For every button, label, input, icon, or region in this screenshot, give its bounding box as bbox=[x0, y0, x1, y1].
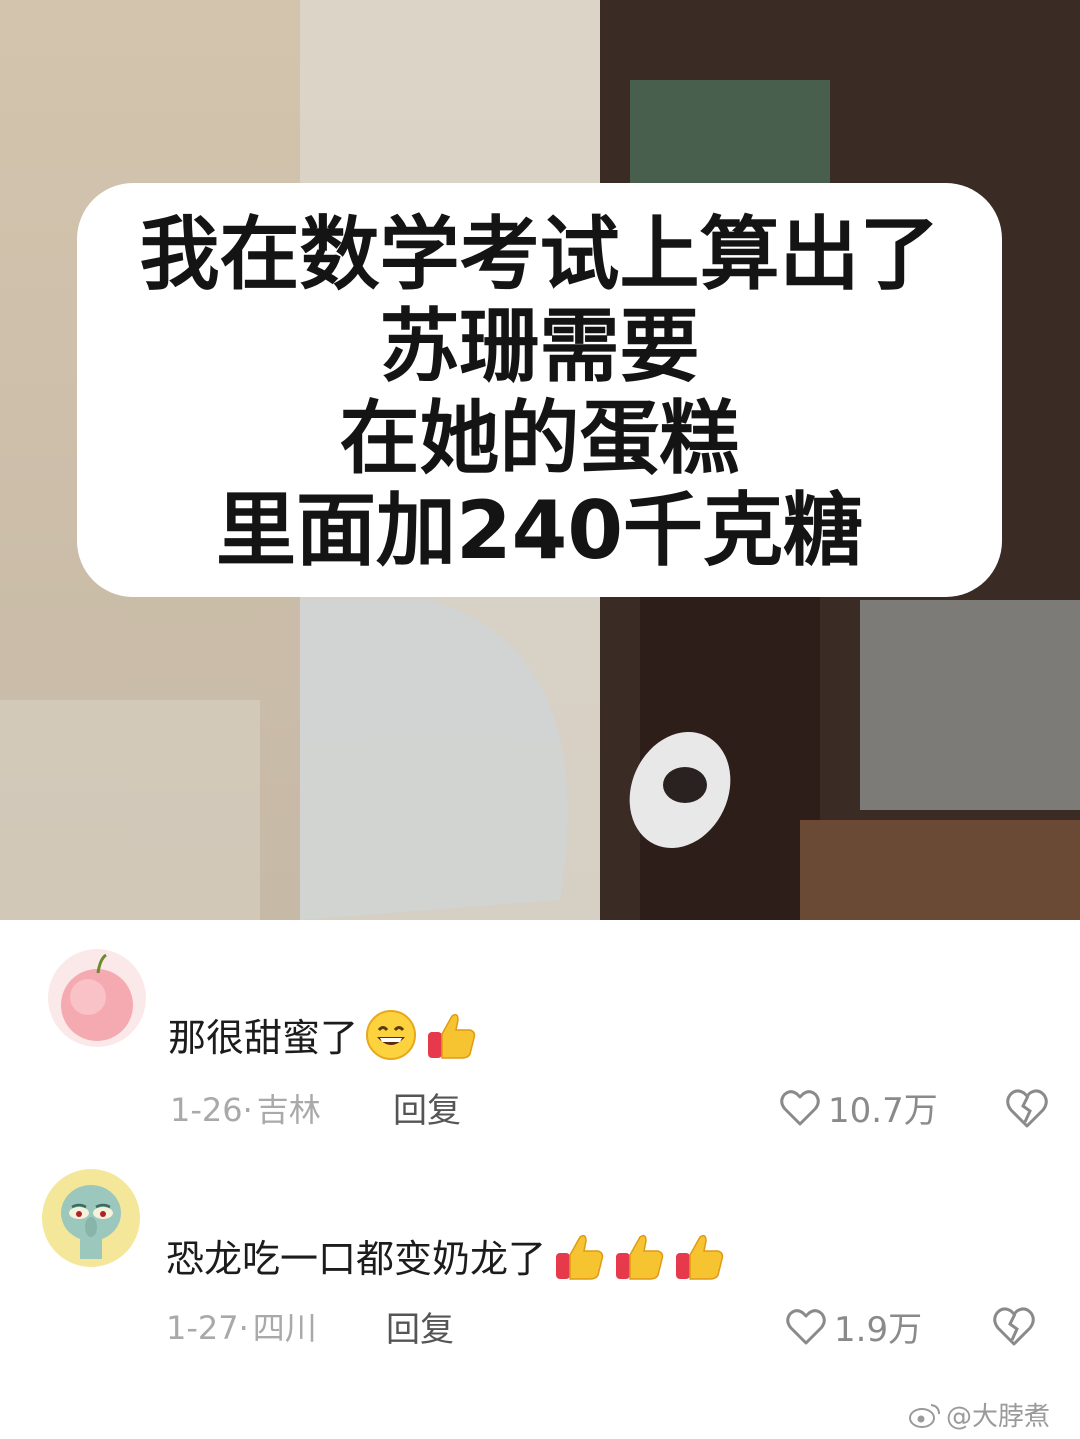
apple-avatar[interactable] bbox=[48, 949, 146, 1047]
like-count: 1.9万 bbox=[834, 1310, 923, 1350]
comment-meta: 1-27· 四川 bbox=[166, 1303, 317, 1349]
comment-body: 那很甜蜜了 bbox=[168, 1016, 359, 1060]
heart-icon bbox=[780, 1089, 820, 1125]
comment-date: 1-26 bbox=[170, 1091, 243, 1129]
caption-line-1: 我在数学考试上算出了 bbox=[139, 208, 940, 301]
thumbs-up-emoji bbox=[552, 1229, 606, 1283]
like-button[interactable]: 10.7万 bbox=[778, 1083, 938, 1132]
comment-location: 吉林 bbox=[256, 1091, 321, 1129]
thumbs-up-emoji bbox=[672, 1229, 726, 1283]
comment-meta: 1-26· 吉林 bbox=[170, 1085, 321, 1131]
weibo-icon bbox=[909, 1403, 940, 1428]
grinning-face-emoji bbox=[364, 1008, 418, 1062]
video-frame[interactable]: 我在数学考试上算出了 苏珊需要 在她的蛋糕 里面加240千克糖 bbox=[0, 0, 1080, 920]
like-count: 10.7万 bbox=[828, 1091, 938, 1131]
watermark-text: @大脖煮 bbox=[946, 1402, 1051, 1432]
caption-line-3: 在她的蛋糕 bbox=[339, 392, 740, 485]
like-button[interactable]: 1.9万 bbox=[784, 1302, 922, 1351]
comment-text: 恐龙吃一口都变奶龙了 bbox=[166, 1228, 726, 1283]
comment-text: 那很甜蜜了 bbox=[168, 1007, 478, 1062]
comment-item: 那很甜蜜了 1-26· 吉林 回复 10.7万 bbox=[0, 925, 1080, 1155]
caption-line-2: 苏珊需要 bbox=[379, 300, 700, 393]
meta-separator: · bbox=[238, 1309, 249, 1347]
caption-line-4: 里面加240千克糖 bbox=[216, 484, 863, 577]
broken-heart-icon[interactable] bbox=[1003, 1084, 1051, 1132]
heart-icon bbox=[786, 1308, 826, 1344]
squidward-avatar[interactable] bbox=[42, 1169, 140, 1267]
reply-button[interactable]: 回复 bbox=[393, 1083, 461, 1132]
meta-separator: · bbox=[242, 1091, 253, 1129]
comment-item: 恐龙吃一口都变奶龙了 1-27· 四川 回复 1.9万 bbox=[0, 1145, 1080, 1375]
broken-heart-icon[interactable] bbox=[990, 1302, 1038, 1350]
caption-box: 我在数学考试上算出了 苏珊需要 在她的蛋糕 里面加240千克糖 bbox=[77, 183, 1002, 597]
comment-date: 1-27 bbox=[166, 1309, 239, 1347]
reply-button[interactable]: 回复 bbox=[386, 1302, 454, 1351]
comment-body: 恐龙吃一口都变奶龙了 bbox=[166, 1237, 547, 1281]
comment-location: 四川 bbox=[252, 1309, 317, 1347]
thumbs-up-emoji bbox=[424, 1008, 478, 1062]
thumbs-up-emoji bbox=[612, 1229, 666, 1283]
watermark: @大脖煮 bbox=[908, 1396, 1050, 1433]
